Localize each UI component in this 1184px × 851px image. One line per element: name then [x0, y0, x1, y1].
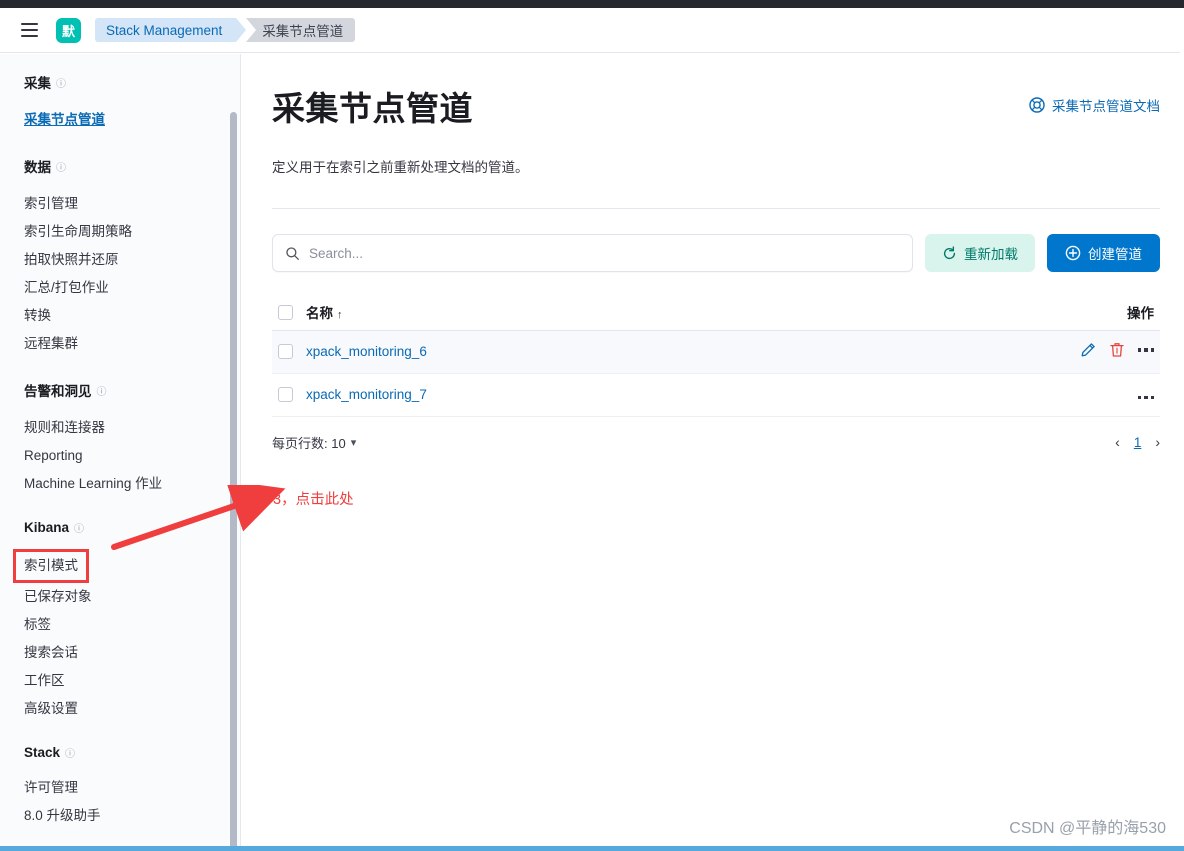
info-icon: ⓘ	[65, 749, 76, 760]
top-dark-strip	[0, 0, 1184, 8]
sidebar-item-index-lifecycle-policies[interactable]: 索引生命周期策略	[24, 218, 240, 246]
search-box[interactable]	[272, 234, 913, 272]
sidebar-item-saved-objects[interactable]: 已保存对象	[24, 583, 240, 611]
search-icon	[286, 246, 299, 260]
annotation-text: 3，点击此处	[273, 492, 354, 508]
divider	[272, 208, 1160, 209]
sidebar-group-title-stack: Stack ⓘ	[24, 745, 240, 760]
sidebar-group-title-ingest: 采集 ⓘ	[24, 72, 240, 92]
row-more-actions-icon[interactable]	[1137, 395, 1154, 399]
pagination: 每页行数: 10 ▾ ‹ 1 ›	[272, 433, 1160, 452]
watermark: CSDN @平静的海530	[1009, 820, 1166, 837]
row-checkbox[interactable]	[278, 387, 293, 403]
rows-per-page-selector[interactable]: 每页行数: 10 ▾	[272, 433, 356, 452]
sidebar-group-title-alerts-insights: 告警和洞见 ⓘ	[24, 380, 240, 400]
sidebar-group-title-kibana: Kibana ⓘ	[24, 520, 240, 535]
sidebar-item-ingest-pipelines[interactable]: 采集节点管道	[24, 106, 240, 134]
table-header-row: 名称 ↑ 操作	[272, 294, 1160, 331]
hamburger-icon[interactable]	[14, 15, 44, 45]
pipeline-name-link[interactable]: xpack_monitoring_6	[306, 344, 427, 359]
documentation-link[interactable]: 采集节点管道文档	[1029, 95, 1160, 115]
app-window: 默 Stack Management 采集节点管道 采集 ⓘ 采集节点管道 数据…	[0, 0, 1184, 851]
row-actions-cell	[818, 330, 1160, 374]
sidebar-item-remote-clusters[interactable]: 远程集群	[24, 330, 240, 358]
previous-page-button[interactable]: ‹	[1115, 434, 1120, 450]
row-select-cell	[272, 330, 306, 374]
select-all-header	[272, 294, 306, 331]
page-description: 定义用于在索引之前重新处理文档的管道。	[272, 160, 529, 175]
row-more-actions-icon[interactable]	[1137, 348, 1154, 352]
breadcrumb: Stack Management 采集节点管道	[95, 18, 356, 42]
breadcrumb-item-stack-management[interactable]: Stack Management	[95, 18, 247, 42]
row-checkbox[interactable]	[278, 344, 293, 360]
page-number-1[interactable]: 1	[1134, 435, 1142, 450]
page-header: 采集节点管道 采集节点管道文档	[272, 82, 1160, 130]
page-title: 采集节点管道	[272, 90, 473, 127]
sidebar: 采集 ⓘ 采集节点管道 数据 ⓘ 索引管理 索引生命周期策略 拍取快照并还原 汇…	[0, 54, 241, 846]
documentation-link-label: 采集节点管道文档	[1052, 99, 1160, 114]
sidebar-scrollbar-thumb[interactable]	[230, 112, 237, 846]
refresh-icon	[943, 245, 956, 259]
sidebar-group-label: 采集	[24, 76, 51, 91]
sidebar-group-label: 告警和洞见	[24, 384, 92, 399]
sidebar-item-rollup-jobs[interactable]: 汇总/打包作业	[24, 274, 240, 302]
sidebar-group-label: Kibana	[24, 520, 70, 535]
info-icon: ⓘ	[96, 386, 107, 398]
sidebar-item-advanced-settings[interactable]: 高级设置	[24, 695, 240, 723]
sidebar-item-machine-learning-jobs[interactable]: Machine Learning 作业	[24, 470, 240, 498]
sidebar-item-search-sessions[interactable]: 搜索会话	[24, 639, 240, 667]
table-row[interactable]: xpack_monitoring_7	[272, 373, 1160, 417]
row-select-cell	[272, 373, 306, 417]
pipelines-table: 名称 ↑ 操作 xpack_monitoring_6 xpack_monitor…	[272, 294, 1160, 417]
row-name-cell: xpack_monitoring_7	[306, 373, 819, 417]
rows-per-page-label: 每页行数: 10	[272, 435, 346, 451]
sidebar-item-transforms[interactable]: 转换	[24, 302, 240, 330]
create-pipeline-button[interactable]: 创建管道	[1047, 234, 1160, 272]
sort-ascending-icon: ↑	[337, 308, 343, 321]
pipeline-name-link[interactable]: xpack_monitoring_7	[306, 387, 427, 402]
sidebar-group-label: Stack	[24, 745, 61, 760]
search-input[interactable]	[309, 245, 900, 261]
bottom-accent-rule	[0, 846, 1184, 851]
create-pipeline-button-label: 创建管道	[1088, 247, 1142, 262]
avatar[interactable]: 默	[56, 17, 81, 43]
toolbar: 重新加载 创建管道	[272, 234, 1160, 272]
edit-icon[interactable]	[1080, 342, 1096, 358]
column-header-name[interactable]: 名称 ↑	[306, 294, 819, 331]
delete-icon[interactable]	[1109, 342, 1125, 358]
row-name-cell: xpack_monitoring_6	[306, 330, 819, 374]
sidebar-item-tags[interactable]: 标签	[24, 611, 240, 639]
reload-button-label: 重新加载	[964, 247, 1018, 262]
row-actions-cell	[818, 373, 1160, 417]
reload-button[interactable]: 重新加载	[925, 234, 1035, 272]
info-icon: ⓘ	[56, 78, 66, 90]
table-row[interactable]: xpack_monitoring_6	[272, 330, 1160, 374]
global-header: 默 Stack Management 采集节点管道	[0, 8, 1184, 53]
sidebar-scrollbar[interactable]	[228, 54, 239, 846]
chevron-down-icon: ▾	[350, 436, 357, 449]
breadcrumb-item-ingest-pipelines[interactable]: 采集节点管道	[246, 18, 356, 42]
column-header-actions: 操作	[818, 294, 1160, 331]
sidebar-item-index-management[interactable]: 索引管理	[24, 190, 240, 218]
select-all-checkbox[interactable]	[278, 304, 293, 320]
column-header-name-label: 名称	[306, 305, 333, 321]
right-edge	[1180, 8, 1184, 851]
sidebar-item-snapshot-restore[interactable]: 拍取快照并还原	[24, 246, 240, 274]
info-icon: ⓘ	[74, 524, 85, 535]
sidebar-item-index-patterns[interactable]: 索引模式	[13, 549, 89, 583]
next-page-button[interactable]: ›	[1155, 434, 1160, 450]
info-icon: ⓘ	[56, 162, 66, 174]
sidebar-item-reporting[interactable]: Reporting	[24, 442, 240, 470]
main-content: 采集节点管道 采集节点管道文档 定义用于在索引之前重新处理文档的管道。 Sear…	[242, 54, 1184, 846]
sidebar-item-spaces[interactable]: 工作区	[24, 667, 240, 695]
plus-circle-icon	[1065, 245, 1081, 261]
sidebar-group-label: 数据	[24, 160, 51, 175]
sidebar-item-license-management[interactable]: 许可管理	[24, 774, 240, 802]
sidebar-item-rules-connectors[interactable]: 规则和连接器	[24, 414, 240, 442]
help-ring-icon	[1029, 97, 1045, 113]
sidebar-group-title-data: 数据 ⓘ	[24, 156, 240, 176]
sidebar-item-upgrade-assistant[interactable]: 8.0 升级助手	[24, 802, 240, 830]
